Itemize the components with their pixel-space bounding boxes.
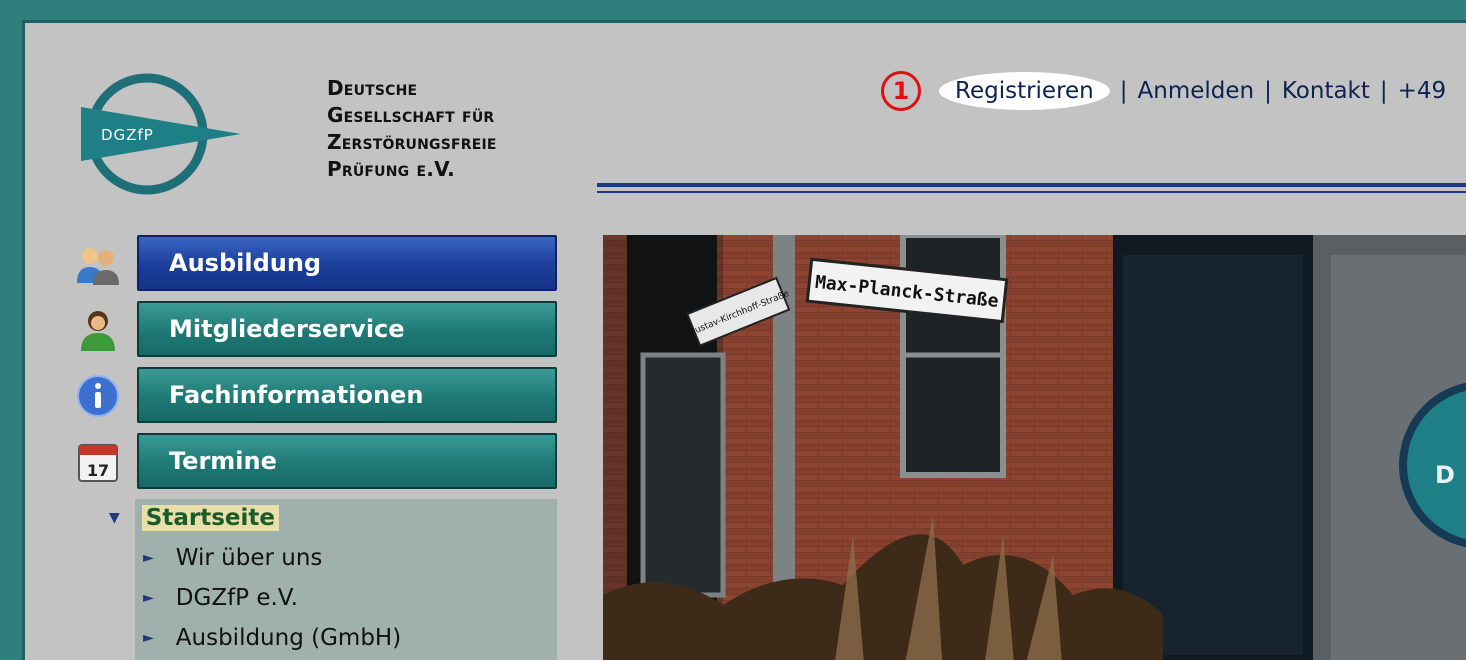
link-separator: | xyxy=(1379,78,1388,104)
people-icon xyxy=(77,248,119,285)
nav-button-termine[interactable]: Termine xyxy=(137,433,557,489)
contact-link[interactable]: Kontakt xyxy=(1282,78,1370,104)
nav-button-mitgliederservice[interactable]: Mitgliederservice xyxy=(137,301,557,357)
phone-link[interactable]: +49 xyxy=(1398,78,1447,104)
logo-text: DGZfP xyxy=(101,126,154,144)
subnav-item[interactable]: ► Ausbildung (GmbH) xyxy=(143,625,401,651)
collapsed-triangle-icon: ► xyxy=(143,630,154,646)
org-name-line: Zerstörungsfreie xyxy=(327,130,497,154)
calendar-icon: 17 xyxy=(78,444,118,482)
link-separator: | xyxy=(1264,78,1272,104)
login-link[interactable]: Anmelden xyxy=(1138,78,1255,104)
info-icon xyxy=(77,375,119,417)
subnav-item-label: Ausbildung (GmbH) xyxy=(175,625,402,651)
nav-row-ausbildung: Ausbildung xyxy=(75,235,559,291)
nav-row-fachinformationen: Fachinformationen xyxy=(75,367,559,423)
photo-logo-fragment: D xyxy=(1435,461,1455,489)
nav-row-termine: 17 Termine xyxy=(75,433,559,489)
nav-row-mitgliederservice: Mitgliederservice xyxy=(75,301,559,357)
org-name-line: Prüfung e.V. xyxy=(327,157,455,181)
subnav-item[interactable]: ► Wir über uns xyxy=(143,545,322,571)
subnav-item[interactable]: ► DGZfP e.V. xyxy=(143,585,298,611)
org-name-line: Gesellschaft für xyxy=(327,103,495,127)
nav-button-ausbildung[interactable]: Ausbildung xyxy=(137,235,557,291)
subnav-item-label: Wir über uns xyxy=(175,545,323,571)
page-area: DGZfP Deutsche Gesellschaft für Zerstöru… xyxy=(22,20,1466,660)
calendar-day-label: 17 xyxy=(87,461,109,480)
subnav-item-label: DGZfP e.V. xyxy=(175,585,298,611)
person-icon xyxy=(81,311,115,351)
organization-name: Deutsche Gesellschaft für Zerstörungsfre… xyxy=(327,75,497,183)
building-photo: D Max-Planck-Straße Gustav-Kirchhoff-Str… xyxy=(603,235,1466,660)
annotation-marker: 1 xyxy=(881,71,921,111)
org-name-line: Deutsche xyxy=(327,76,418,100)
top-links-bar: 1 Registrieren | Anmelden | Kontakt | +4… xyxy=(881,71,1446,111)
collapsed-triangle-icon: ► xyxy=(143,590,154,606)
collapsed-triangle-icon: ► xyxy=(143,550,154,566)
nav-button-fachinformationen[interactable]: Fachinformationen xyxy=(137,367,557,423)
subnav-current[interactable]: ▼ Startseite xyxy=(109,505,279,531)
header-divider xyxy=(597,183,1466,187)
subnav-current-label: Startseite xyxy=(141,505,279,531)
header-divider xyxy=(597,191,1466,193)
dgzfp-logo-icon[interactable]: DGZfP xyxy=(77,69,243,199)
expanded-triangle-icon: ▼ xyxy=(109,510,120,526)
register-link[interactable]: Registrieren xyxy=(939,72,1110,110)
link-separator: | xyxy=(1119,78,1128,104)
